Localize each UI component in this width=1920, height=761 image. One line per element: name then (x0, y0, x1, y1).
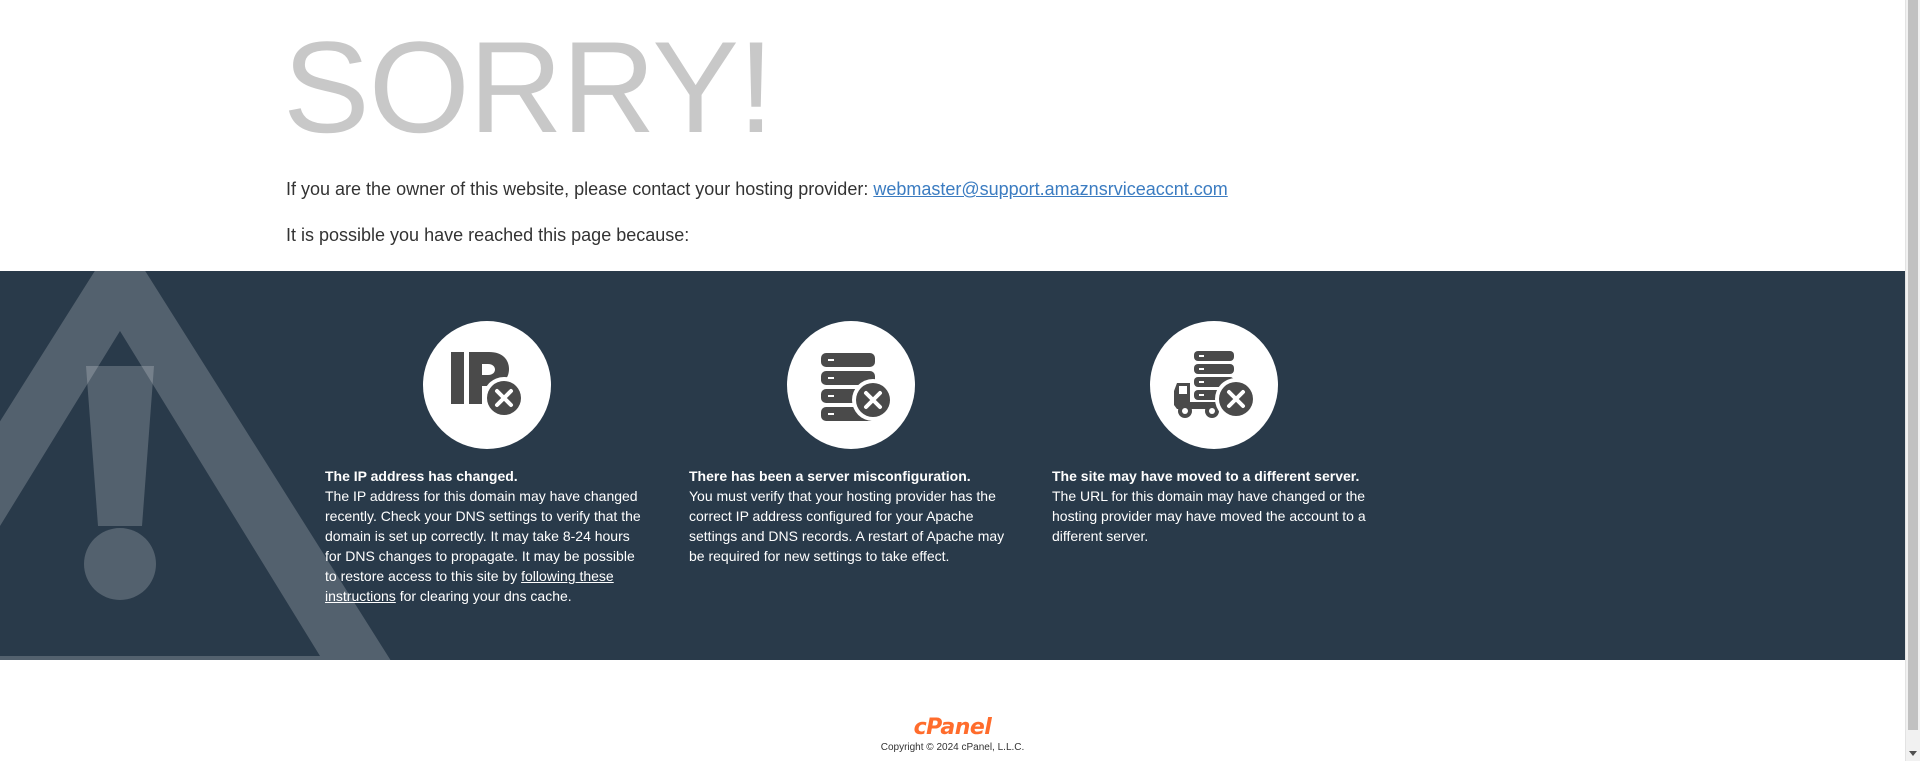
scroll-down-arrow-icon[interactable] (1909, 751, 1917, 756)
reason-icon-circle (787, 321, 915, 449)
reason-body: The URL for this domain may have changed… (1052, 488, 1366, 544)
reason-title: There has been a server misconfiguration… (689, 468, 971, 484)
contact-email-link[interactable]: webmaster@support.amaznsrviceaccnt.com (873, 179, 1227, 199)
page-title: SORRY! (283, 14, 774, 160)
reason-server-misconfiguration: There has been a server misconfiguration… (689, 321, 1011, 566)
reason-title: The IP address has changed. (325, 468, 518, 484)
cpanel-logo: cPanel (913, 715, 992, 740)
reason-icon-circle (423, 321, 551, 449)
vertical-scrollbar[interactable] (1905, 0, 1920, 761)
reason-icon-circle (1150, 321, 1278, 449)
server-error-icon (821, 353, 894, 421)
owner-contact-text: If you are the owner of this website, pl… (286, 179, 874, 199)
reasons-intro: It is possible you have reached this pag… (286, 225, 690, 245)
reason-body-text-end: for clearing your dns cache. (395, 588, 572, 604)
footer: cPanel Copyright © 2024 cPanel, L.L.C. (0, 715, 1905, 754)
owner-contact-line: If you are the owner of this website, pl… (286, 179, 1228, 200)
page: SORRY! If you are the owner of this webs… (0, 0, 1905, 761)
reason-server-moved: The site may have moved to a different s… (1052, 321, 1374, 546)
reason-body: You must verify that your hosting provid… (689, 488, 1005, 564)
ip-address-error-icon (451, 352, 525, 419)
reason-ip-changed: The IP address has changed. The IP addre… (325, 321, 647, 606)
top-section: SORRY! If you are the owner of this webs… (0, 0, 1905, 270)
reason-title: The site may have moved to a different s… (1052, 468, 1360, 484)
reasons-band: The IP address has changed. The IP addre… (0, 271, 1905, 660)
reason-body: The IP address for this domain may have … (325, 486, 647, 606)
server-moved-icon (1174, 351, 1257, 420)
copyright-text: Copyright © 2024 cPanel, L.L.C. (880, 742, 1025, 753)
scrollbar-thumb[interactable] (1908, 0, 1918, 730)
